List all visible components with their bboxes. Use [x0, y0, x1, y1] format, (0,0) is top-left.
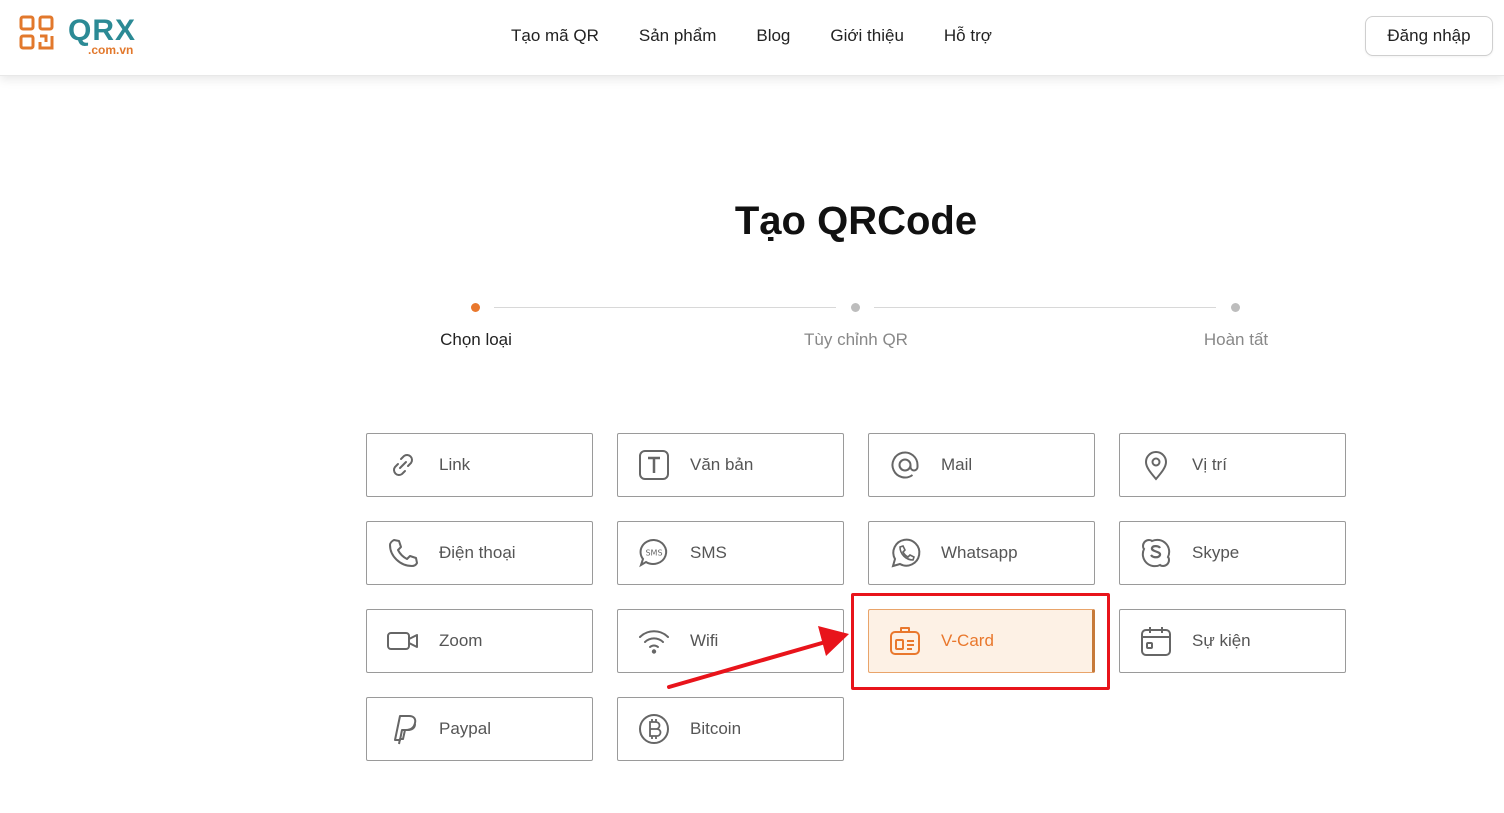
phone-icon: [386, 536, 420, 570]
type-text-button[interactable]: Văn bản: [617, 433, 844, 497]
step-dot-choose-type: [471, 303, 480, 312]
step-connector: [874, 307, 1216, 308]
type-label: Mail: [941, 455, 973, 474]
logo[interactable]: QRX .com.vn: [18, 14, 158, 58]
type-bitcoin-button[interactable]: Bitcoin: [617, 697, 844, 761]
type-label: Skype: [1192, 543, 1240, 562]
nav-item-about[interactable]: Giới thiệu: [830, 24, 904, 48]
qr-logo-icon: [19, 15, 54, 50]
type-wifi-button[interactable]: Wifi: [617, 609, 844, 673]
type-mail-button[interactable]: Mail: [868, 433, 1095, 497]
bitcoin-icon: [637, 712, 671, 746]
text-icon: [637, 448, 671, 482]
type-label: V-Card: [941, 631, 994, 650]
video-camera-icon: [386, 624, 420, 658]
step-label-customize[interactable]: Tùy chỉnh QR: [804, 330, 908, 350]
stepper: Chọn loại Tùy chỉnh QR Hoàn tất: [366, 296, 1346, 356]
page-title: Tạo QRCode: [734, 199, 978, 243]
step-connector: [494, 307, 836, 308]
type-label: Link: [439, 455, 471, 474]
type-zoom-button[interactable]: Zoom: [366, 609, 593, 673]
link-icon: [386, 448, 420, 482]
paypal-icon: [386, 712, 420, 746]
step-label-done[interactable]: Hoàn tất: [1204, 330, 1268, 350]
wifi-icon: [637, 624, 671, 658]
logo-domain: .com.vn: [88, 43, 134, 57]
login-button[interactable]: Đăng nhập: [1365, 16, 1493, 56]
type-label: Sự kiện: [1192, 631, 1251, 650]
type-whatsapp-button[interactable]: Whatsapp: [868, 521, 1095, 585]
main-nav: Tạo mã QR Sản phẩm Blog Giới thiệu Hỗ tr…: [511, 24, 992, 48]
nav-item-support[interactable]: Hỗ trợ: [944, 24, 992, 48]
type-phone-button[interactable]: Điện thoại: [366, 521, 593, 585]
whatsapp-icon: [888, 536, 922, 570]
id-card-icon: [888, 624, 922, 658]
type-link-button[interactable]: Link: [366, 433, 593, 497]
step-dot-done: [1231, 303, 1240, 312]
type-event-button[interactable]: Sự kiện: [1119, 609, 1346, 673]
type-location-button[interactable]: Vị trí: [1119, 433, 1346, 497]
type-label: Điện thoại: [439, 543, 516, 562]
at-icon: [888, 448, 922, 482]
type-vcard-button[interactable]: V-Card: [868, 609, 1095, 673]
sms-icon: SMS: [637, 536, 671, 570]
type-sms-button[interactable]: SMS SMS: [617, 521, 844, 585]
nav-item-blog[interactable]: Blog: [756, 24, 790, 48]
nav-item-create-qr[interactable]: Tạo mã QR: [511, 24, 599, 48]
calendar-icon: [1139, 624, 1173, 658]
step-dot-customize: [851, 303, 860, 312]
type-label: Wifi: [690, 631, 719, 650]
type-label: Bitcoin: [690, 719, 742, 738]
type-label: Paypal: [439, 719, 491, 738]
step-label-choose-type[interactable]: Chọn loại: [440, 330, 512, 350]
nav-item-products[interactable]: Sản phẩm: [639, 24, 717, 48]
skype-icon: [1139, 536, 1173, 570]
type-skype-button[interactable]: Skype: [1119, 521, 1346, 585]
svg-text:SMS: SMS: [645, 549, 662, 558]
type-label: Whatsapp: [941, 543, 1018, 562]
type-paypal-button[interactable]: Paypal: [366, 697, 593, 761]
type-label: Zoom: [439, 631, 483, 650]
top-header: QRX .com.vn Tạo mã QR Sản phẩm Blog Giới…: [0, 0, 1504, 76]
type-label: Vị trí: [1192, 455, 1227, 474]
annotation-arrow: [667, 626, 849, 689]
type-label: SMS: [690, 543, 727, 562]
type-label: Văn bản: [690, 455, 754, 474]
location-pin-icon: [1139, 448, 1173, 482]
